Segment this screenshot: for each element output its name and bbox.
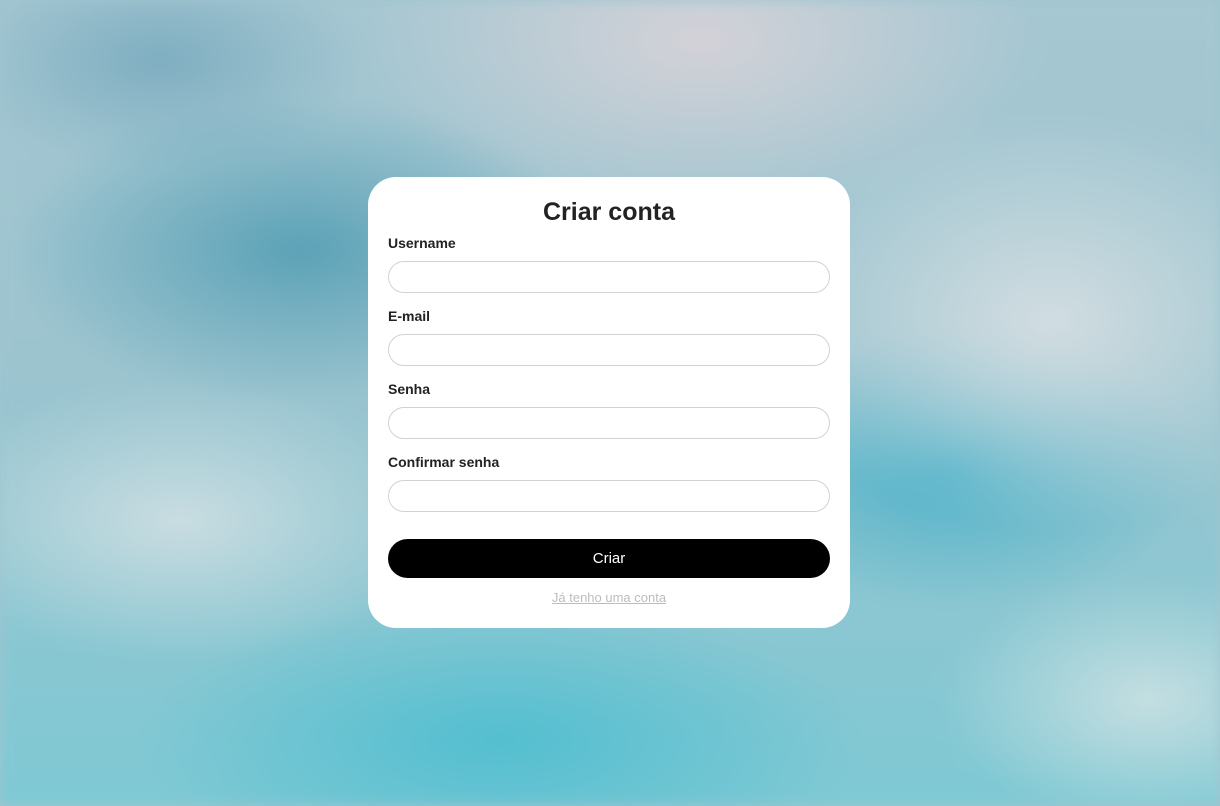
password-group: Senha [388,381,830,439]
signup-card: Criar conta Username E-mail Senha Confir… [368,177,850,628]
username-group: Username [388,235,830,293]
username-label: Username [388,235,456,251]
create-account-button[interactable]: Criar [388,539,830,578]
email-input[interactable] [388,334,830,366]
confirm-password-input[interactable] [388,480,830,512]
email-group: E-mail [388,308,830,366]
password-input[interactable] [388,407,830,439]
confirm-password-label: Confirmar senha [388,454,500,470]
confirm-password-group: Confirmar senha [388,454,830,512]
login-link[interactable]: Já tenho uma conta [368,590,850,605]
username-input[interactable] [388,261,830,293]
password-label: Senha [388,381,431,397]
page-title: Criar conta [543,198,675,226]
email-label: E-mail [388,308,431,324]
